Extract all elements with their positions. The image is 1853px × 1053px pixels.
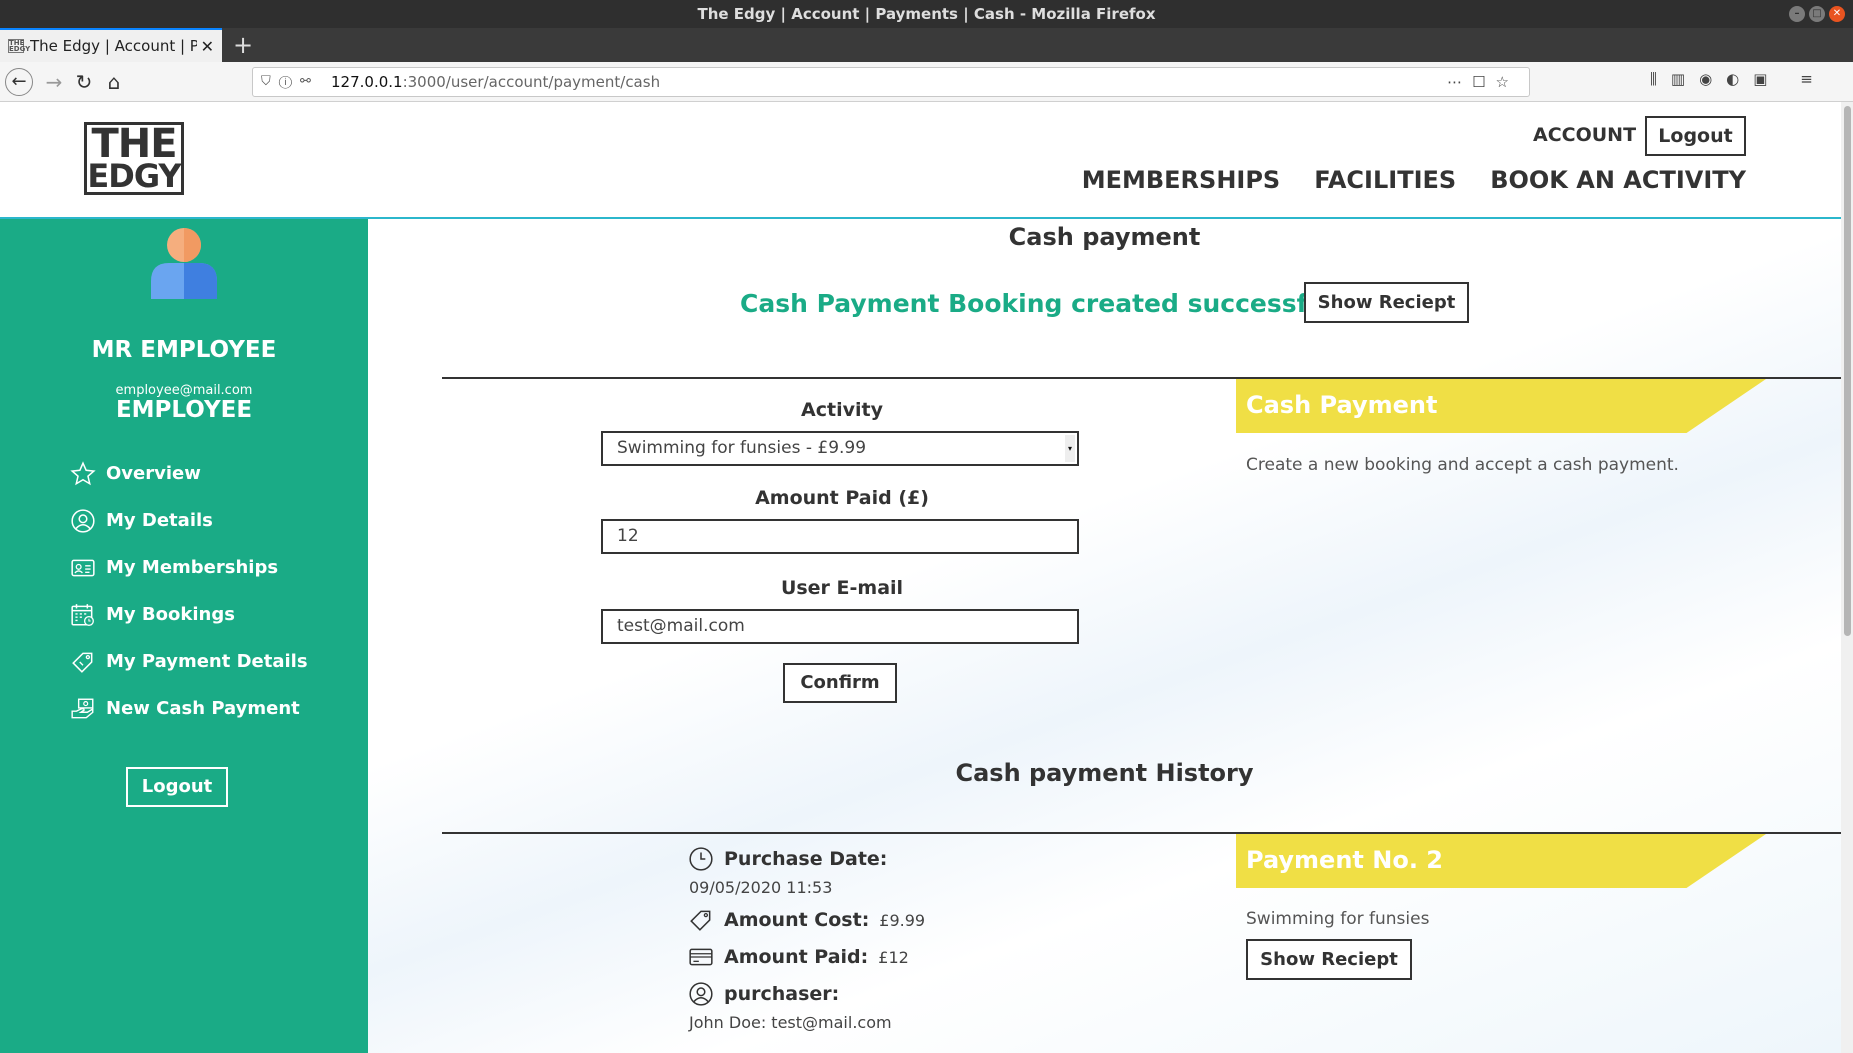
sidebar-item-label: Overview bbox=[106, 463, 201, 484]
confirm-button[interactable]: Confirm bbox=[783, 663, 897, 703]
window-controls: – □ ✕ bbox=[1789, 6, 1845, 22]
tab-title: The Edgy | Account | Pay bbox=[30, 37, 197, 55]
new-tab-icon[interactable]: + bbox=[230, 30, 256, 60]
back-icon[interactable]: ← bbox=[5, 68, 33, 96]
purchaser-label: purchaser: bbox=[724, 983, 840, 1005]
amount-cost-value: £9.99 bbox=[879, 910, 926, 930]
purchaser-row: purchaser: bbox=[688, 981, 839, 1007]
sidebar: MR EMPLOYEE employee@mail.com EMPLOYEE O… bbox=[0, 219, 368, 1053]
page-scrollbar[interactable] bbox=[1841, 102, 1853, 1053]
page-actions-icons[interactable]: ⋯☐☆ bbox=[1447, 68, 1519, 96]
activity-select[interactable]: Swimming for funsies - £9.99 ▾ bbox=[601, 431, 1079, 466]
web-page: THE EDGY ACCOUNT Logout MEMBERSHIPS FACI… bbox=[0, 102, 1853, 1053]
sidebar-item-label: My Memberships bbox=[106, 557, 279, 578]
sidebar-item-new-cash-payment[interactable]: New Cash Payment bbox=[70, 685, 308, 732]
price-tag-icon bbox=[688, 907, 714, 933]
home-icon[interactable]: ⌂ bbox=[100, 68, 128, 96]
purchaser-value: John Doe: test@mail.com bbox=[689, 1013, 892, 1032]
sidebar-item-my-payment-details[interactable]: My Payment Details bbox=[70, 638, 308, 685]
history-title: Cash payment History bbox=[955, 759, 1254, 787]
sidebar-menu: Overview My Details My Memberships My Bo… bbox=[70, 450, 308, 732]
show-receipt-button[interactable]: Show Reciept bbox=[1304, 282, 1469, 323]
account-link[interactable]: ACCOUNT bbox=[1533, 124, 1636, 146]
user-name: MR EMPLOYEE bbox=[91, 337, 277, 363]
tab-strip: THE EDGY The Edgy | Account | Pay ✕ + bbox=[0, 28, 1853, 62]
url-host: 127.0.0.1 bbox=[331, 73, 403, 91]
maximize-icon[interactable]: □ bbox=[1809, 6, 1825, 22]
close-tab-icon[interactable]: ✕ bbox=[201, 37, 214, 56]
favicon-icon: THE EDGY bbox=[8, 39, 31, 53]
sidebar-item-label: My Bookings bbox=[106, 604, 235, 625]
cash-icon bbox=[70, 696, 96, 722]
avatar-icon bbox=[151, 228, 217, 299]
nav-memberships[interactable]: MEMBERSHIPS bbox=[1082, 166, 1281, 194]
user-email: employee@mail.com bbox=[115, 383, 253, 398]
sidebar-item-overview[interactable]: Overview bbox=[70, 450, 308, 497]
email-label: User E-mail bbox=[780, 577, 904, 599]
minimize-icon[interactable]: – bbox=[1789, 6, 1805, 22]
cash-payment-banner: Cash Payment bbox=[1236, 379, 1766, 433]
sidebar-item-my-memberships[interactable]: My Memberships bbox=[70, 544, 308, 591]
history-divider bbox=[442, 832, 1853, 834]
clock-icon bbox=[688, 846, 714, 872]
logo-line1: THE bbox=[91, 121, 177, 167]
amount-input[interactable]: 12 bbox=[601, 519, 1079, 554]
nav-book-activity[interactable]: BOOK AN ACTIVITY bbox=[1490, 166, 1746, 194]
purchase-date-row: Purchase Date: bbox=[688, 846, 887, 872]
purchase-date-label: Purchase Date: bbox=[724, 848, 888, 870]
amount-paid-label: Amount Paid: bbox=[724, 946, 869, 968]
user-circle-icon bbox=[688, 981, 714, 1007]
activity-selected-value: Swimming for funsies - £9.99 bbox=[617, 438, 867, 458]
payment-activity: Swimming for funsies bbox=[1246, 909, 1430, 929]
dropdown-arrow-icon[interactable]: ▾ bbox=[1065, 435, 1075, 462]
sidebar-item-my-bookings[interactable]: My Bookings bbox=[70, 591, 308, 638]
site-info-icons[interactable]: ⛉ⓘ⚯ bbox=[261, 68, 319, 96]
activity-label: Activity bbox=[801, 399, 883, 421]
sidebar-logout-button[interactable]: Logout bbox=[126, 767, 228, 807]
amount-cost-row: Amount Cost: £9.99 bbox=[688, 907, 925, 933]
window-titlebar: The Edgy | Account | Payments | Cash - M… bbox=[0, 0, 1853, 28]
amount-label: Amount Paid (£) bbox=[755, 487, 929, 509]
site-logo[interactable]: THE EDGY bbox=[84, 122, 184, 195]
history-show-receipt-button[interactable]: Show Reciept bbox=[1246, 939, 1412, 980]
email-input[interactable]: test@mail.com bbox=[601, 609, 1079, 644]
browser-toolbar: ← → ↻ ⌂ ⛉ⓘ⚯ 127.0.0.1:3000/user/account/… bbox=[0, 62, 1853, 102]
sidebar-item-label: My Payment Details bbox=[106, 651, 308, 672]
id-card-icon bbox=[70, 555, 96, 581]
header-logout-button[interactable]: Logout bbox=[1645, 116, 1746, 156]
browser-tab[interactable]: THE EDGY The Edgy | Account | Pay ✕ bbox=[0, 28, 222, 62]
sidebar-item-label: My Details bbox=[106, 510, 213, 531]
main-nav: MEMBERSHIPS FACILITIES BOOK AN ACTIVITY bbox=[1082, 166, 1746, 194]
page-title: Cash payment bbox=[1008, 223, 1201, 251]
user-role: EMPLOYEE bbox=[115, 397, 253, 423]
purchase-date-value: 09/05/2020 11:53 bbox=[689, 878, 833, 897]
star-icon bbox=[70, 460, 96, 487]
url-path: :3000/user/account/payment/cash bbox=[402, 73, 661, 91]
credit-card-icon bbox=[688, 944, 714, 970]
scrollbar-thumb[interactable] bbox=[1844, 106, 1851, 636]
site-header: THE EDGY ACCOUNT Logout MEMBERSHIPS FACI… bbox=[0, 102, 1841, 219]
amount-paid-value: £12 bbox=[878, 947, 909, 967]
close-window-icon[interactable]: ✕ bbox=[1829, 6, 1845, 22]
amount-cost-label: Amount Cost: bbox=[724, 909, 870, 931]
toolbar-icons[interactable]: ⫼▥◉◐▣ ≡ bbox=[1650, 70, 1827, 88]
forward-icon[interactable]: → bbox=[40, 68, 68, 96]
section-divider bbox=[442, 377, 1853, 379]
sidebar-item-label: New Cash Payment bbox=[106, 698, 300, 719]
logo-line2: EDGY bbox=[87, 157, 181, 195]
payment-number-banner: Payment No. 2 bbox=[1236, 834, 1766, 888]
window-title: The Edgy | Account | Payments | Cash - M… bbox=[697, 5, 1156, 23]
main-content: Cash payment Cash Payment Booking create… bbox=[368, 219, 1853, 1053]
cash-payment-description: Create a new booking and accept a cash p… bbox=[1246, 455, 1679, 475]
success-message: Cash Payment Booking created successfull… bbox=[740, 289, 1359, 318]
reload-icon[interactable]: ↻ bbox=[70, 68, 98, 96]
sidebar-item-my-details[interactable]: My Details bbox=[70, 497, 308, 544]
price-tag-icon bbox=[70, 649, 96, 675]
calendar-icon bbox=[70, 602, 96, 628]
user-circle-icon bbox=[70, 508, 96, 534]
amount-paid-row: Amount Paid: £12 bbox=[688, 944, 909, 970]
nav-facilities[interactable]: FACILITIES bbox=[1314, 166, 1456, 194]
address-bar[interactable]: ⛉ⓘ⚯ 127.0.0.1:3000/user/account/payment/… bbox=[252, 67, 1530, 97]
